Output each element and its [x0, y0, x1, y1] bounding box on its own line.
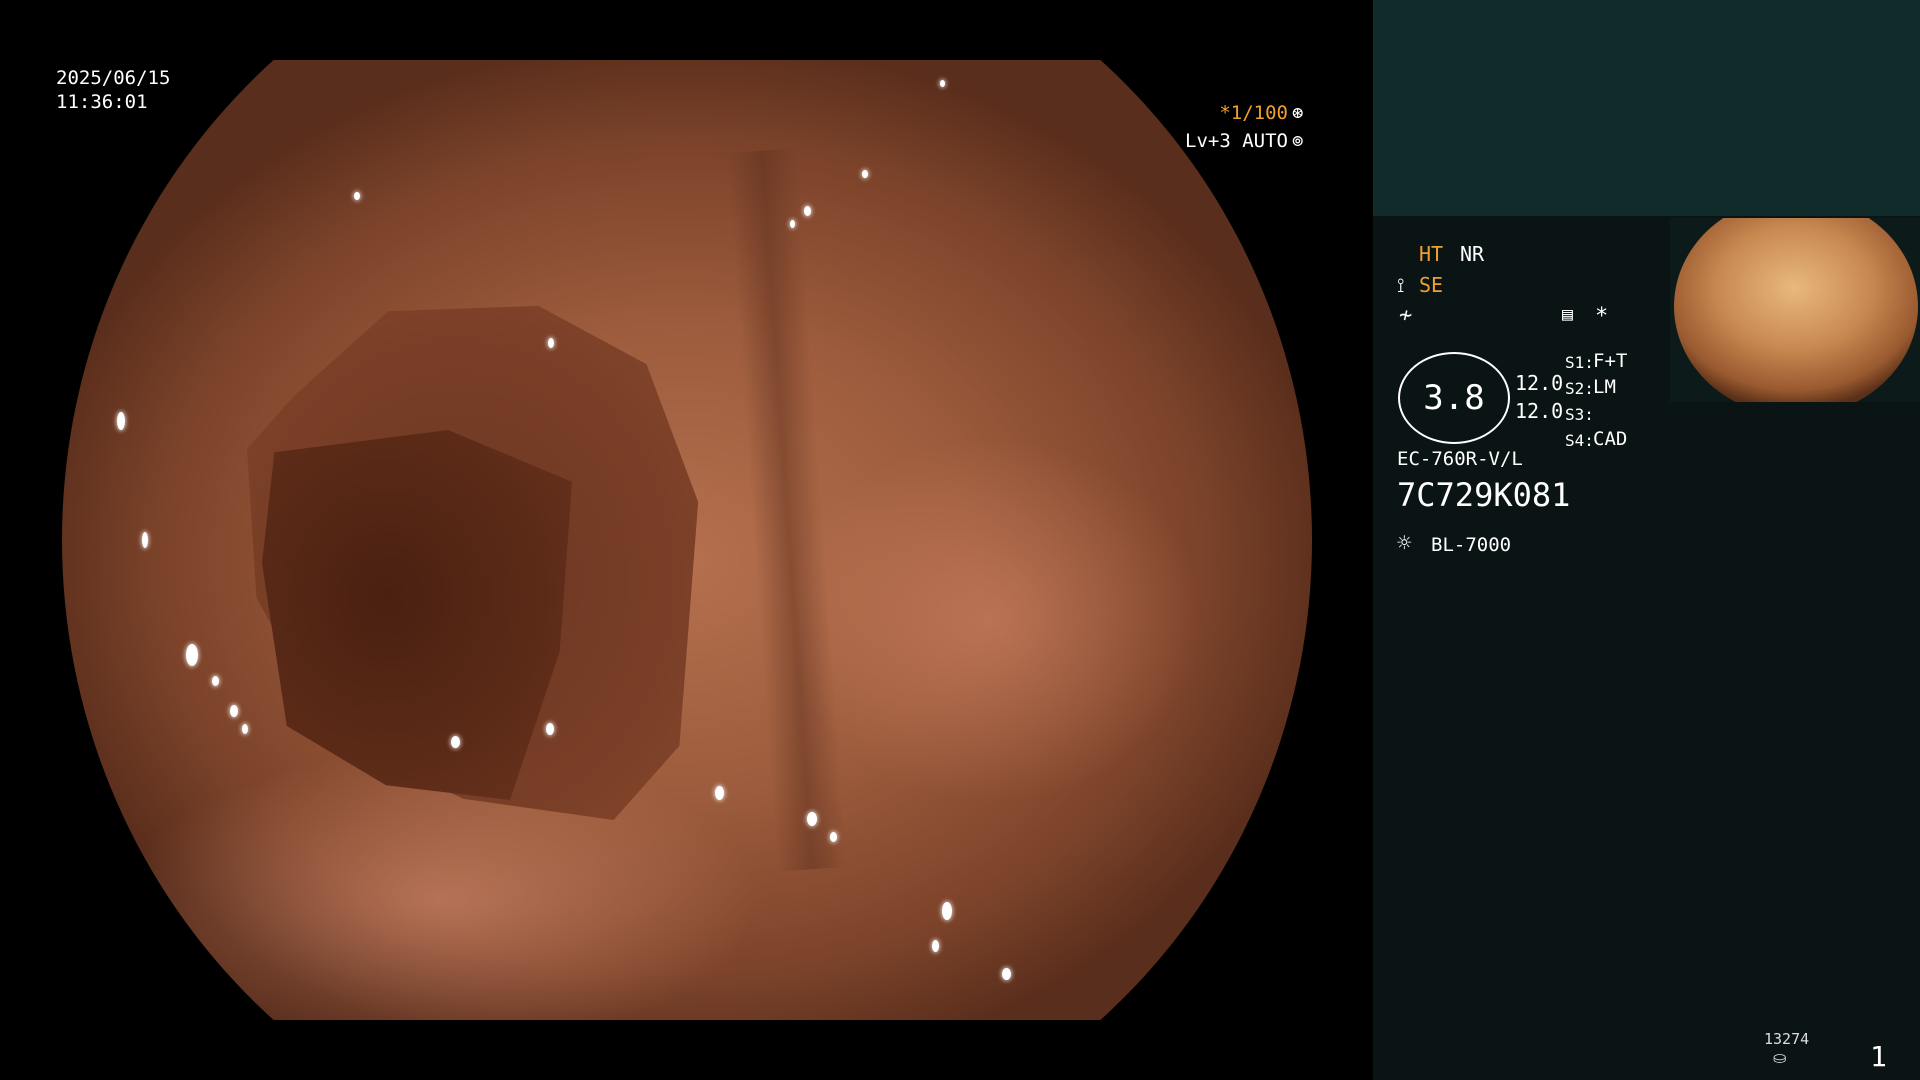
light-source: BL-7000: [1431, 534, 1512, 556]
s3-label: S3:: [1565, 405, 1594, 424]
shutter-speed: *1/100: [1219, 102, 1288, 124]
mucosal-fold: [726, 148, 848, 872]
value-a: 12.0: [1515, 371, 1564, 395]
value-b: 12.0: [1515, 399, 1564, 423]
specular-highlight: [186, 644, 198, 666]
endoscope-view: 2025/06/15 11:36:01 *1/100 ⊛ Lv+3 AUTO ⊚: [0, 0, 1373, 1080]
specular-highlight: [1002, 968, 1011, 980]
s2-label: S2:: [1565, 379, 1594, 398]
light-level: Lv+3 AUTO: [1185, 130, 1288, 152]
thumbnail-image: [1674, 218, 1918, 402]
specular-highlight: [212, 676, 219, 686]
storage-icon: ⛀: [1773, 1048, 1787, 1067]
thumbnail-preview[interactable]: [1670, 218, 1920, 402]
specular-highlight: [715, 786, 724, 800]
lumen-dark-region: [262, 430, 572, 800]
iris-icon: ⊚: [1291, 130, 1304, 152]
specular-highlight: [546, 723, 554, 735]
scope-serial: 7C729K081: [1397, 476, 1571, 514]
date-text: 2025/06/15: [56, 67, 171, 89]
ht-indicator: HT: [1419, 242, 1444, 266]
nr-indicator: NR: [1460, 242, 1485, 266]
specular-highlight: [830, 832, 837, 842]
specular-highlight: [790, 220, 795, 228]
aperture-icon: ⊛: [1291, 102, 1304, 124]
specular-highlight: [940, 80, 945, 87]
specular-highlight: [142, 532, 148, 548]
freeze-icon: ≁: [1399, 303, 1413, 328]
specular-highlight: [942, 902, 952, 920]
scale-indicator: 3.8: [1398, 352, 1510, 444]
endoscopic-image: [62, 60, 1312, 1020]
s1-label: S1:: [1565, 353, 1594, 372]
specular-highlight: [230, 705, 238, 717]
light-source-icon: ☼: [1397, 529, 1412, 557]
specular-highlight: [804, 206, 811, 216]
panel-header-block: [1373, 0, 1920, 216]
settings-card-icon: ▤: [1562, 304, 1573, 325]
s2-value: LM: [1593, 376, 1616, 398]
s1-value: F+T: [1593, 350, 1628, 372]
datetime-overlay: 2025/06/15 11:36:01: [56, 66, 170, 114]
time-text: 11:36:01: [56, 91, 148, 113]
s4-value: CAD: [1593, 428, 1628, 450]
page-number: 1: [1870, 1040, 1887, 1073]
specular-highlight: [807, 812, 817, 826]
s4-label: S4:: [1565, 431, 1594, 450]
specular-highlight: [548, 338, 554, 348]
se-indicator: SE: [1419, 273, 1444, 297]
exposure-info: *1/100 ⊛ Lv+3 AUTO ⊚: [1185, 99, 1303, 155]
specular-highlight: [932, 940, 939, 952]
specular-highlight: [117, 412, 125, 430]
star-indicator: *: [1595, 304, 1609, 329]
scope-model: EC-760R-V/L: [1397, 448, 1523, 470]
scale-value: 3.8: [1423, 378, 1485, 418]
specular-highlight: [242, 724, 248, 734]
specular-highlight: [451, 736, 460, 748]
image-counter: 13274: [1764, 1030, 1810, 1048]
status-panel: HT NR ⟟ SE ≁ ▤ * 12.0 12.0 S1: F+T S2: L…: [1373, 0, 1920, 1080]
specular-highlight: [354, 192, 360, 200]
enhance-icon: ⟟: [1397, 273, 1405, 297]
specular-highlight: [862, 170, 868, 178]
